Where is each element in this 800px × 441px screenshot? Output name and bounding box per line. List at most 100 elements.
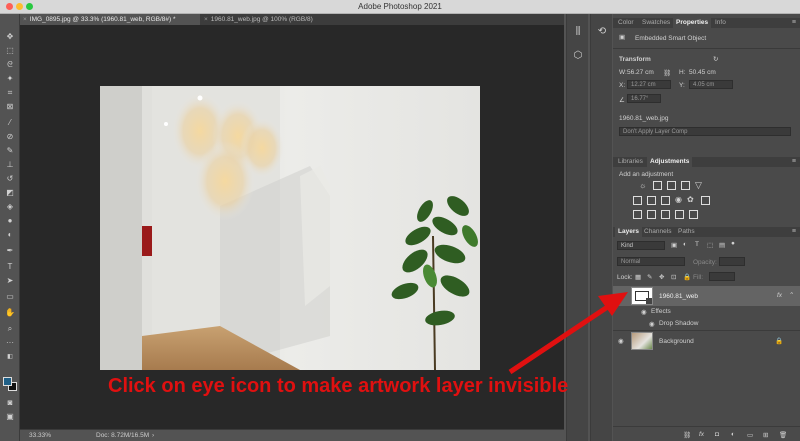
new-group-icon[interactable]: ▭ (747, 431, 753, 439)
path-selection-tool-icon[interactable]: ➤ (4, 276, 16, 286)
status-menu-arrow[interactable]: › (152, 430, 154, 441)
blend-mode-select[interactable]: Normal (617, 257, 685, 266)
move-tool-icon[interactable]: ✥ (4, 32, 16, 42)
frame-tool-icon[interactable]: ⊠ (4, 102, 16, 112)
crop-tool-icon[interactable]: ⌗ (4, 88, 16, 98)
panel-menu-icon[interactable]: ≡ (792, 227, 796, 237)
color-lookup-icon[interactable] (701, 196, 710, 205)
brightness-contrast-icon[interactable]: ☼ (639, 181, 646, 190)
curves-icon[interactable] (667, 181, 676, 190)
tab-layers[interactable]: Layers (615, 227, 642, 237)
fx-icon[interactable]: fx (777, 292, 782, 299)
background-eye-icon[interactable]: ◉ (618, 337, 624, 345)
x-field[interactable]: 12.27 cm (627, 80, 671, 89)
collapse-effects-icon[interactable]: ⌃ (789, 291, 794, 299)
character-panel-icon[interactable]: ⫼ (572, 26, 584, 38)
document-image[interactable] (100, 86, 480, 370)
opacity-field[interactable] (719, 257, 745, 266)
blur-tool-icon[interactable]: ● (4, 216, 16, 226)
pen-tool-icon[interactable]: ✒ (4, 246, 16, 256)
3d-panel-icon[interactable]: ⬡ (572, 50, 584, 62)
zoom-tool-icon[interactable]: ⌕ (4, 324, 16, 334)
drop-shadow-eye-icon[interactable]: ◉ (649, 320, 655, 328)
filter-toggle-icon[interactable]: ● (731, 240, 735, 247)
lock-all-icon[interactable]: 🔒 (683, 273, 691, 281)
panel-menu-icon[interactable]: ≡ (792, 18, 796, 28)
close-tab-icon[interactable]: × (204, 16, 208, 23)
tab-swatches[interactable]: Swatches (639, 18, 673, 28)
angle-field[interactable]: 16.77° (627, 94, 661, 103)
link-layers-icon[interactable]: ⛓ (683, 431, 691, 439)
new-adjustment-icon[interactable]: ◐ (731, 431, 735, 438)
effects-eye-icon[interactable]: ◉ (641, 308, 647, 316)
h-value[interactable]: 50.45 cm (689, 69, 716, 76)
reset-transform-icon[interactable]: ↻ (713, 55, 718, 63)
rectangle-tool-icon[interactable]: ▭ (4, 292, 16, 302)
tab-paths[interactable]: Paths (675, 227, 698, 237)
lock-transparent-icon[interactable]: ▦ (635, 273, 641, 281)
marquee-tool-icon[interactable]: ⬚ (4, 46, 16, 56)
layer-row-artwork[interactable]: ◌ 1960.81_web fx ⌃ (613, 286, 800, 306)
history-icon[interactable]: ⟲ (596, 26, 608, 38)
clone-stamp-tool-icon[interactable]: ⊥ (4, 160, 16, 170)
lasso-tool-icon[interactable]: ᘓ (4, 60, 16, 70)
lock-artboard-icon[interactable]: ⊡ (671, 273, 676, 281)
foreground-color-swatch[interactable] (3, 377, 12, 386)
tab-libraries[interactable]: Libraries (615, 157, 646, 167)
zoom-level[interactable]: 33.33% (29, 430, 51, 441)
delete-layer-icon[interactable]: 🗑 (779, 431, 787, 439)
exposure-icon[interactable] (681, 181, 690, 190)
lock-position-icon[interactable]: ✥ (659, 273, 664, 281)
tab-color[interactable]: Color (615, 18, 637, 28)
new-layer-icon[interactable]: ⊞ (763, 431, 768, 439)
close-tab-icon[interactable]: × (23, 16, 27, 23)
layer-comp-select[interactable]: Don't Apply Layer Comp (619, 127, 791, 136)
posterize-icon[interactable] (647, 210, 656, 219)
filter-adjustment-icon[interactable]: ◐ (683, 241, 687, 248)
filter-shape-icon[interactable]: ⬚ (707, 241, 713, 249)
healing-brush-tool-icon[interactable]: ⊘ (4, 132, 16, 142)
history-brush-tool-icon[interactable]: ↺ (4, 174, 16, 184)
filter-smart-object-icon[interactable]: ▤ (719, 241, 725, 249)
effects-row[interactable]: ◉ Effects (613, 306, 800, 318)
default-colors-icon[interactable]: ◧ (4, 352, 16, 362)
layer-filter-select[interactable]: Kind (617, 241, 665, 250)
black-white-icon[interactable] (661, 196, 670, 205)
filter-pixel-icon[interactable]: ▣ (671, 241, 677, 249)
eye-icon[interactable]: ◌ (618, 292, 622, 299)
invert-icon[interactable] (633, 210, 642, 219)
eraser-tool-icon[interactable]: ◩ (4, 188, 16, 198)
add-mask-icon[interactable]: ◘ (715, 431, 719, 438)
magic-wand-tool-icon[interactable]: ✦ (4, 74, 16, 84)
photo-filter-icon[interactable]: ◉ (675, 195, 682, 204)
paint-bucket-tool-icon[interactable]: ◈ (4, 202, 16, 212)
add-style-icon[interactable]: fx (699, 431, 704, 438)
tab-adjustments[interactable]: Adjustments (647, 157, 693, 167)
canvas-area[interactable] (20, 25, 564, 429)
hand-tool-icon[interactable]: ✋ (4, 308, 16, 318)
threshold-icon[interactable] (661, 210, 670, 219)
fill-field[interactable] (709, 272, 735, 281)
quick-mask-icon[interactable]: ◙ (4, 398, 16, 408)
layer-name[interactable]: Background (659, 338, 694, 345)
tab-channels[interactable]: Channels (641, 227, 674, 237)
drop-shadow-row[interactable]: ◉ Drop Shadow (613, 318, 800, 330)
tab-img-0895[interactable]: × IMG_0895.jpg @ 33.3% (1960.81_web, RGB/… (20, 14, 200, 25)
gradient-map-icon[interactable] (689, 210, 698, 219)
levels-icon[interactable] (653, 181, 662, 190)
y-field[interactable]: 4.05 cm (689, 80, 733, 89)
channel-mixer-icon[interactable]: ✿ (687, 195, 694, 204)
color-balance-icon[interactable] (647, 196, 656, 205)
w-value[interactable]: 56.27 cm (627, 69, 654, 76)
link-icon[interactable]: ⛓ (663, 69, 671, 77)
selective-color-icon[interactable] (675, 210, 684, 219)
tab-1960-81-web[interactable]: × 1960.81_web.jpg @ 100% (RGB/8) (201, 14, 351, 25)
tab-properties[interactable]: Properties (673, 18, 712, 28)
eyedropper-tool-icon[interactable]: ⁄ (4, 118, 16, 128)
screen-mode-icon[interactable]: ▣ (4, 412, 16, 422)
vibrance-icon[interactable]: ▽ (695, 180, 702, 191)
layer-name[interactable]: 1960.81_web (659, 293, 698, 300)
tab-info[interactable]: Info (712, 18, 729, 28)
type-tool-icon[interactable]: T (4, 262, 16, 272)
filter-type-icon[interactable]: T (695, 241, 699, 248)
